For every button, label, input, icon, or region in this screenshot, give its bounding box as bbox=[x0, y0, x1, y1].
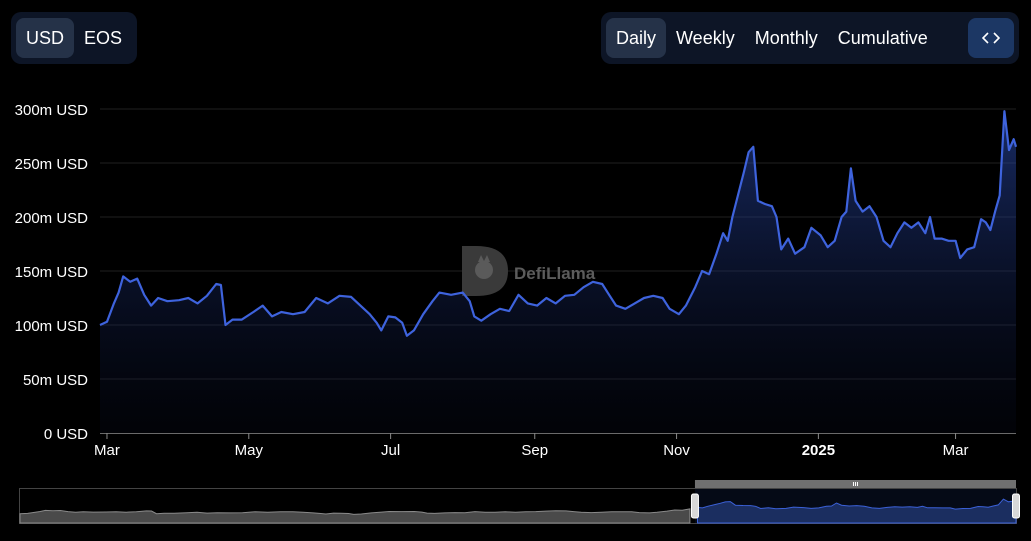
range-overview-area bbox=[19, 508, 691, 524]
range-overview-area-selected bbox=[697, 498, 1017, 524]
range-selector-frame bbox=[19, 488, 1017, 524]
x-tick-label: 2025 bbox=[802, 442, 835, 459]
range-drag-bar[interactable] bbox=[694, 480, 1016, 488]
x-tick-label: Jul bbox=[381, 442, 400, 459]
x-tick-label: Nov bbox=[663, 442, 690, 459]
tvl-area-chart: DefiLlama 0 USD 50m USD 100m USD 150m USD 20… bbox=[15, 102, 1018, 459]
y-tick-label: 100m USD bbox=[15, 318, 89, 335]
y-tick-label: 300m USD bbox=[15, 102, 89, 119]
range-grip-icon bbox=[852, 482, 858, 486]
range-handle-left[interactable] bbox=[690, 493, 699, 519]
x-tick-label: May bbox=[235, 442, 264, 459]
range-selection-window[interactable] bbox=[694, 489, 1016, 523]
x-tick-label: Mar bbox=[943, 442, 969, 459]
x-tick-label: Mar bbox=[94, 442, 120, 459]
defillama-watermark: DefiLlama bbox=[462, 246, 596, 296]
y-tick-label: 250m USD bbox=[15, 156, 89, 173]
y-tick-label: 150m USD bbox=[15, 264, 89, 281]
x-tick-label: Sep bbox=[521, 442, 548, 459]
watermark-text: DefiLlama bbox=[514, 264, 596, 283]
y-tick-label: 50m USD bbox=[23, 372, 88, 389]
range-handle-right[interactable] bbox=[1012, 493, 1020, 519]
y-tick-label: 0 USD bbox=[44, 426, 88, 443]
y-tick-label: 200m USD bbox=[15, 210, 89, 227]
